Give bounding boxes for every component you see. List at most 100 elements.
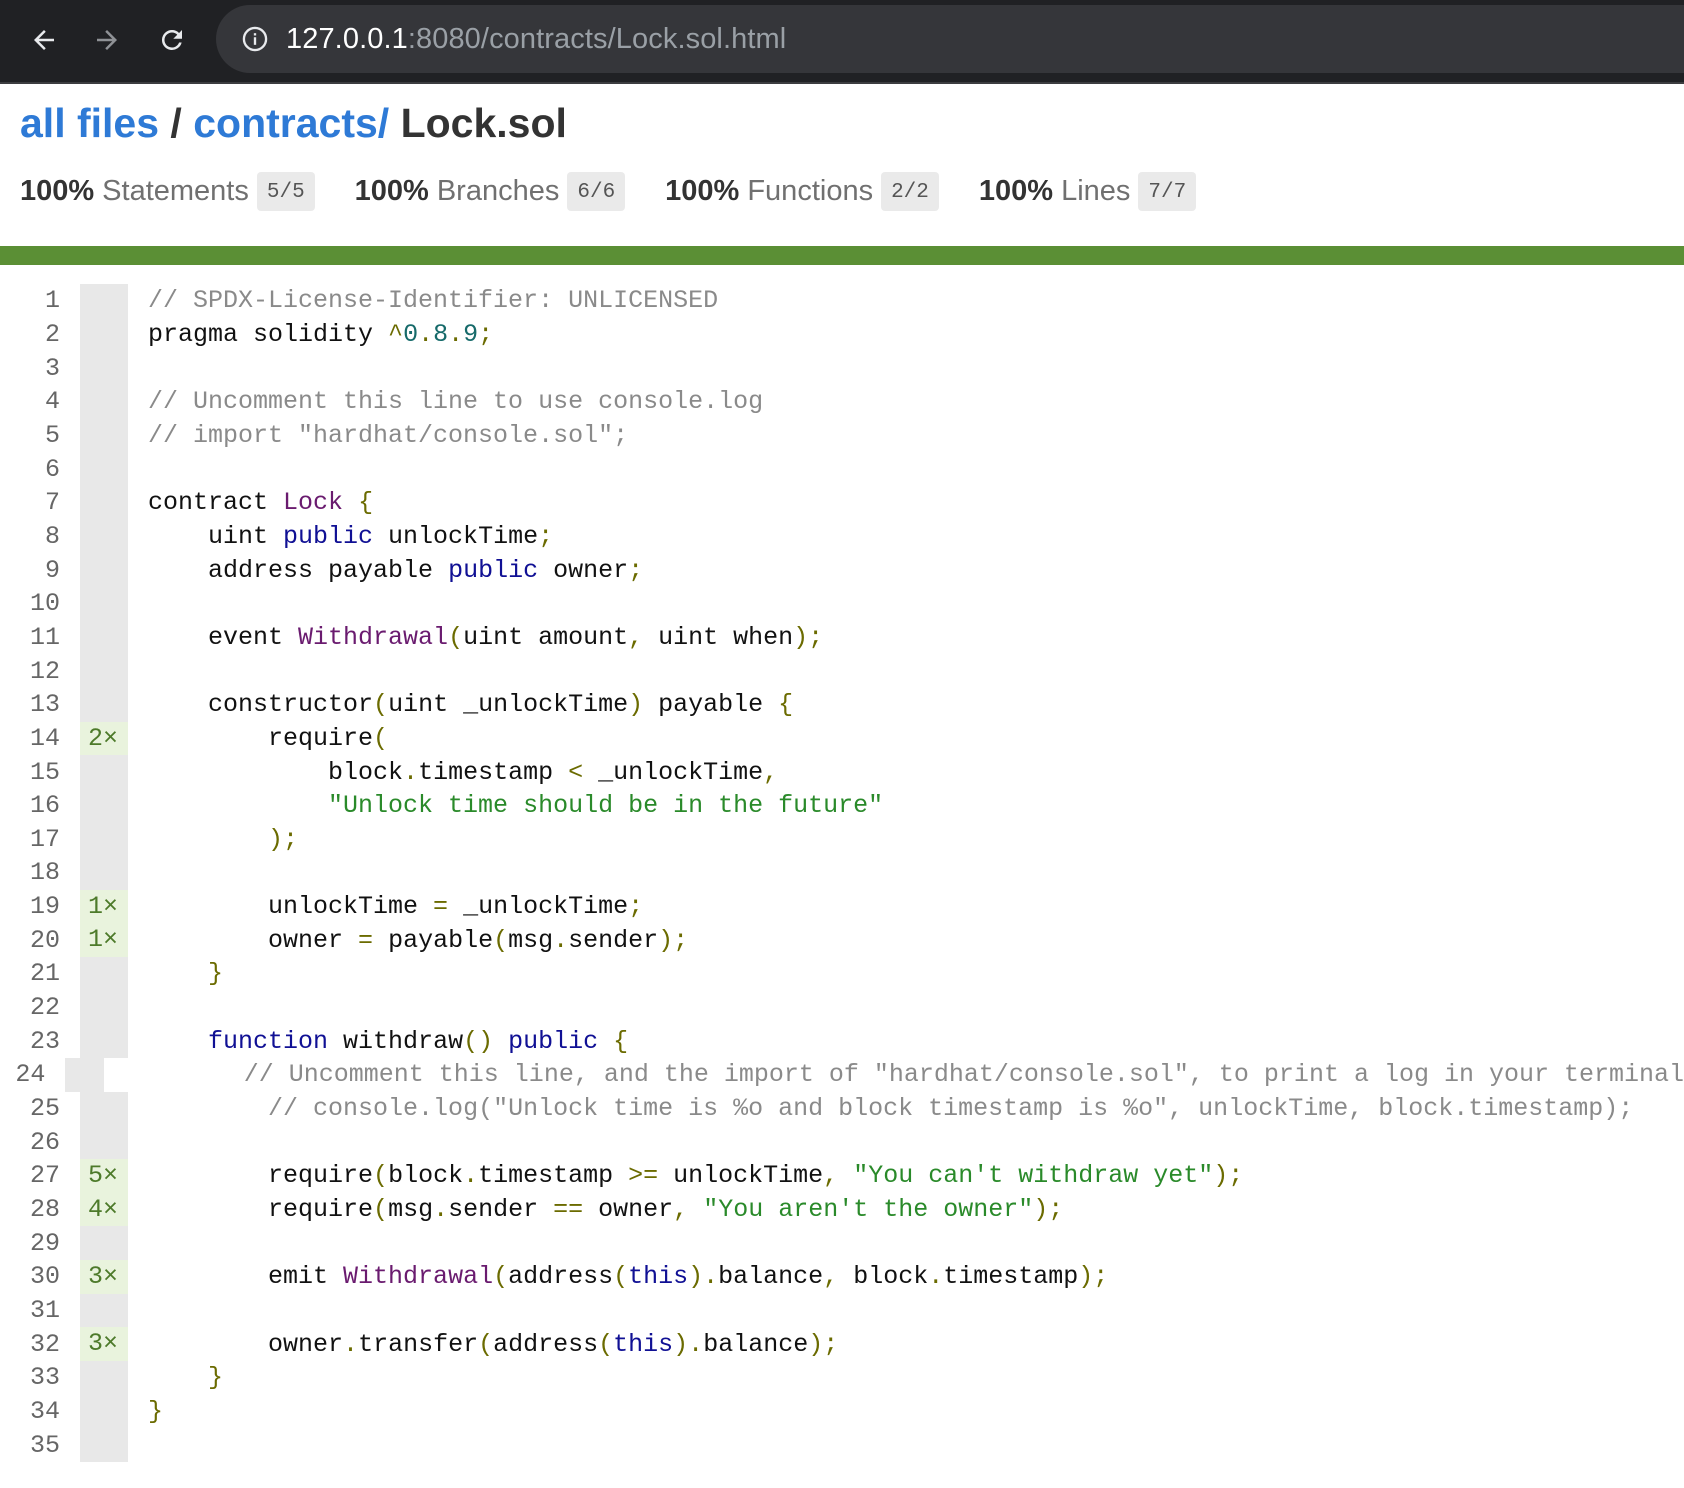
- hit-count: [80, 822, 128, 857]
- line-number[interactable]: 3: [0, 354, 70, 383]
- line-number[interactable]: 31: [0, 1296, 70, 1325]
- summary-statements: 100% Statements 5/5: [20, 171, 315, 211]
- summary-branches: 100% Branches 6/6: [354, 171, 626, 211]
- code-token: // Uncomment this line to use console.lo…: [148, 387, 764, 417]
- source-line: 33 }: [0, 1361, 1684, 1395]
- reload-button[interactable]: [148, 16, 196, 64]
- address-bar[interactable]: 127.0.0.1:8080/contracts/Lock.sol.html: [216, 5, 1684, 73]
- code-token: address: [508, 1262, 614, 1292]
- code-token: }: [148, 1396, 164, 1426]
- back-button[interactable]: [20, 16, 68, 64]
- line-number[interactable]: 19: [0, 892, 70, 921]
- source-line: 5 // import "hardhat/console.sol";: [0, 418, 1684, 453]
- hit-count: [80, 418, 128, 453]
- line-number[interactable]: 20: [0, 926, 70, 955]
- line-number[interactable]: 10: [0, 589, 70, 618]
- arrow-right-icon: [97, 30, 117, 50]
- code-token: ;: [628, 555, 644, 585]
- contracts-dir-link[interactable]: contracts/: [193, 100, 389, 146]
- source-line: 23 function withdraw() public {: [0, 1024, 1684, 1059]
- source-code: emit Withdrawal(address(this).balance, b…: [128, 1262, 1108, 1291]
- source-code: event Withdrawal(uint amount, uint when)…: [128, 623, 823, 652]
- line-number[interactable]: 6: [0, 455, 70, 484]
- line-number[interactable]: 24: [0, 1060, 55, 1089]
- source-line: 24 // Uncomment this line, and the impor…: [0, 1058, 1684, 1092]
- line-number[interactable]: 23: [0, 1027, 70, 1056]
- source-line: 2 pragma solidity ^0.8.9;: [0, 317, 1684, 352]
- info-icon[interactable]: [238, 22, 272, 56]
- code-token: .: [463, 1161, 479, 1191]
- source-code: constructor(uint _unlockTime) payable {: [128, 690, 793, 719]
- line-number[interactable]: 25: [0, 1094, 70, 1123]
- code-token: .: [448, 319, 464, 349]
- line-number[interactable]: 8: [0, 522, 70, 551]
- line-number[interactable]: 14: [0, 724, 70, 753]
- line-number[interactable]: 9: [0, 556, 70, 585]
- hit-count: [65, 1058, 104, 1092]
- code-token: }: [208, 959, 224, 989]
- source-line: 32 3× owner.transfer(address(this).balanc…: [0, 1327, 1684, 1361]
- line-number[interactable]: 1: [0, 286, 70, 315]
- source-line: 30 3× emit Withdrawal(address(this).balan…: [0, 1260, 1684, 1294]
- code-token: 8: [433, 319, 449, 349]
- code-token: );: [658, 925, 689, 955]
- line-number[interactable]: 7: [0, 488, 70, 517]
- line-number[interactable]: 26: [0, 1128, 70, 1157]
- hit-count: [80, 485, 128, 520]
- code-token: ==: [553, 1195, 584, 1225]
- code-token: (: [448, 622, 464, 652]
- source-line: 7 contract Lock {: [0, 485, 1684, 520]
- code-token: (: [613, 1262, 629, 1292]
- code-token: .: [928, 1262, 944, 1292]
- summary-functions: 100% Functions 2/2: [665, 171, 939, 211]
- line-number[interactable]: 4: [0, 387, 70, 416]
- all-files-link[interactable]: all files: [20, 100, 159, 146]
- line-number[interactable]: 30: [0, 1262, 70, 1291]
- source-line: 31: [0, 1293, 1684, 1328]
- code-token: );: [1213, 1161, 1244, 1191]
- source-line: 15 block.timestamp < _unlockTime,: [0, 755, 1684, 789]
- hit-count: [80, 553, 128, 587]
- branches-pct: 100%: [354, 174, 429, 207]
- line-number[interactable]: 15: [0, 758, 70, 787]
- line-number[interactable]: 16: [0, 791, 70, 820]
- line-number[interactable]: 22: [0, 993, 70, 1022]
- line-number[interactable]: 33: [0, 1363, 70, 1392]
- code-token: uint amount: [463, 622, 629, 652]
- line-number[interactable]: 35: [0, 1431, 70, 1460]
- breadcrumb: all files / contracts/ Lock.sol: [20, 100, 567, 147]
- line-number[interactable]: 34: [0, 1397, 70, 1426]
- hit-count: 2×: [80, 721, 128, 756]
- line-number[interactable]: 11: [0, 623, 70, 652]
- line-number[interactable]: 21: [0, 959, 70, 988]
- statements-pct: 100%: [20, 174, 95, 207]
- line-number[interactable]: 28: [0, 1195, 70, 1224]
- code-token: (: [493, 1262, 509, 1292]
- line-number[interactable]: 2: [0, 320, 70, 349]
- source-line: 12: [0, 654, 1684, 688]
- source-line: 4 // Uncomment this line to use console.l…: [0, 384, 1684, 419]
- url-path: :8080/contracts/Lock.sol.html: [407, 22, 787, 55]
- line-number[interactable]: 18: [0, 858, 70, 887]
- code-token: ,: [823, 1262, 839, 1292]
- line-number[interactable]: 13: [0, 690, 70, 719]
- forward-button[interactable]: [83, 16, 131, 64]
- code-token: function: [208, 1026, 329, 1056]
- code-token: this: [613, 1329, 674, 1359]
- line-number[interactable]: 27: [0, 1161, 70, 1190]
- code-token: =: [433, 892, 449, 922]
- code-token: uint _unlockTime: [388, 690, 629, 720]
- line-number[interactable]: 17: [0, 825, 70, 854]
- source-code: "Unlock time should be in the future": [128, 791, 883, 820]
- line-number[interactable]: 12: [0, 657, 70, 686]
- line-number[interactable]: 32: [0, 1330, 70, 1359]
- line-number[interactable]: 29: [0, 1229, 70, 1258]
- line-number[interactable]: 5: [0, 421, 70, 450]
- hit-count: [80, 384, 128, 419]
- code-token: msg: [508, 925, 554, 955]
- source-code: require(block.timestamp >= unlockTime, "…: [128, 1161, 1243, 1190]
- code-token: .: [553, 925, 569, 955]
